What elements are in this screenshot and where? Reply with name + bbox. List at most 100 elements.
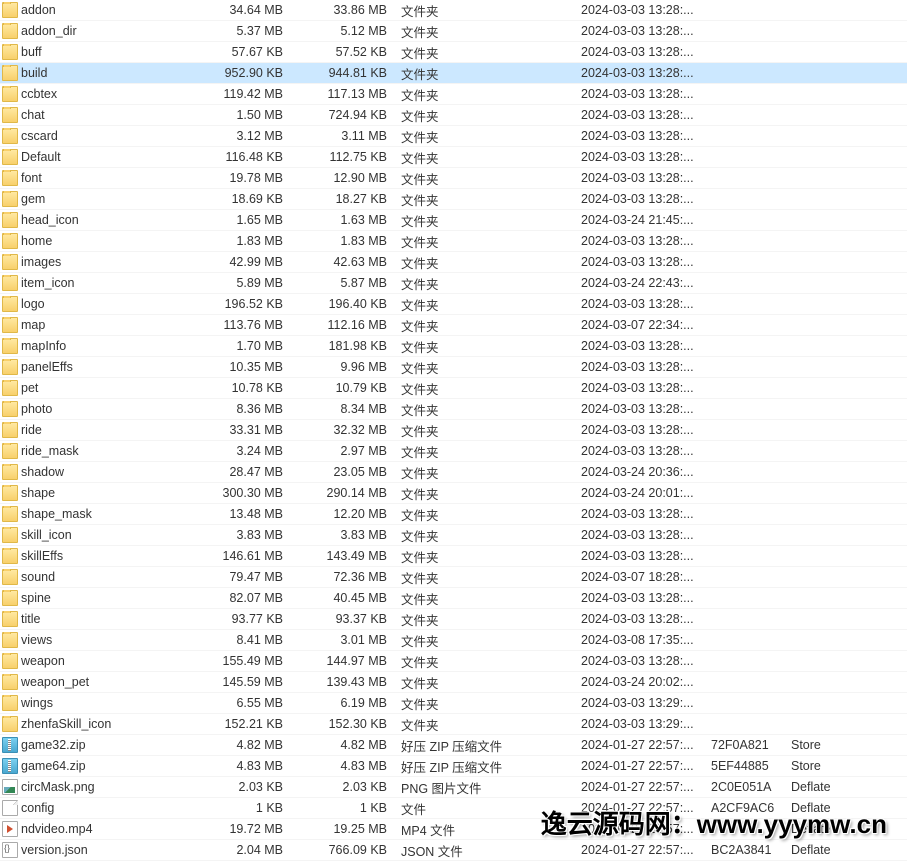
folder-icon <box>2 275 18 291</box>
size-packed-cell: 72.36 MB <box>287 570 397 584</box>
size-packed-cell: 5.12 MB <box>287 24 397 38</box>
size-cell: 1.50 MB <box>175 108 287 122</box>
size-cell: 13.48 MB <box>175 507 287 521</box>
table-row[interactable]: game64.zip4.83 MB4.83 MB好压 ZIP 压缩文件2024-… <box>0 756 907 777</box>
table-row[interactable]: weapon155.49 MB144.97 MB文件夹2024-03-03 13… <box>0 651 907 672</box>
date-cell: 2024-03-03 13:28:... <box>577 507 707 521</box>
file-name: logo <box>21 297 45 311</box>
size-cell: 18.69 KB <box>175 192 287 206</box>
size-cell: 300.30 MB <box>175 486 287 500</box>
table-row[interactable]: chat1.50 MB724.94 KB文件夹2024-03-03 13:28:… <box>0 105 907 126</box>
method-cell: Store <box>787 759 867 773</box>
table-row[interactable]: weapon_pet145.59 MB139.43 MB文件夹2024-03-2… <box>0 672 907 693</box>
table-row[interactable]: ndvideo.mp419.72 MB19.25 MBMP4 文件2024-01… <box>0 819 907 840</box>
date-cell: 2024-03-03 13:28:... <box>577 150 707 164</box>
table-row[interactable]: pet10.78 KB10.79 KB文件夹2024-03-03 13:28:.… <box>0 378 907 399</box>
date-cell: 2024-03-03 13:28:... <box>577 612 707 626</box>
table-row[interactable]: circMask.png2.03 KB2.03 KBPNG 图片文件2024-0… <box>0 777 907 798</box>
type-cell: 文件夹 <box>397 1 577 20</box>
type-cell: 文件夹 <box>397 316 577 335</box>
name-cell: photo <box>0 401 175 417</box>
size-packed-cell: 1 KB <box>287 801 397 815</box>
type-cell: 文件夹 <box>397 442 577 461</box>
table-row[interactable]: photo8.36 MB8.34 MB文件夹2024-03-03 13:28:.… <box>0 399 907 420</box>
size-packed-cell: 12.90 MB <box>287 171 397 185</box>
table-row[interactable]: logo196.52 KB196.40 KB文件夹2024-03-03 13:2… <box>0 294 907 315</box>
date-cell: 2024-03-07 22:34:... <box>577 318 707 332</box>
size-cell: 116.48 KB <box>175 150 287 164</box>
name-cell: logo <box>0 296 175 312</box>
name-cell: version.json <box>0 842 175 858</box>
name-cell: panelEffs <box>0 359 175 375</box>
size-cell: 2.04 MB <box>175 843 287 857</box>
table-row[interactable]: version.json2.04 MB766.09 KBJSON 文件2024-… <box>0 840 907 861</box>
table-row[interactable]: buff57.67 KB57.52 KB文件夹2024-03-03 13:28:… <box>0 42 907 63</box>
table-row[interactable]: build952.90 KB944.81 KB文件夹2024-03-03 13:… <box>0 63 907 84</box>
table-row[interactable]: ccbtex119.42 MB117.13 MB文件夹2024-03-03 13… <box>0 84 907 105</box>
table-row[interactable]: home1.83 MB1.83 MB文件夹2024-03-03 13:28:..… <box>0 231 907 252</box>
table-row[interactable]: wings6.55 MB6.19 MB文件夹2024-03-03 13:29:.… <box>0 693 907 714</box>
date-cell: 2024-03-03 13:28:... <box>577 87 707 101</box>
date-cell: 2024-03-03 13:28:... <box>577 234 707 248</box>
size-packed-cell: 57.52 KB <box>287 45 397 59</box>
table-row[interactable]: spine82.07 MB40.45 MB文件夹2024-03-03 13:28… <box>0 588 907 609</box>
table-row[interactable]: Default116.48 KB112.75 KB文件夹2024-03-03 1… <box>0 147 907 168</box>
name-cell: weapon <box>0 653 175 669</box>
size-packed-cell: 1.83 MB <box>287 234 397 248</box>
table-row[interactable]: addon_dir5.37 MB5.12 MB文件夹2024-03-03 13:… <box>0 21 907 42</box>
name-cell: item_icon <box>0 275 175 291</box>
table-row[interactable]: ride33.31 MB32.32 MB文件夹2024-03-03 13:28:… <box>0 420 907 441</box>
size-packed-cell: 18.27 KB <box>287 192 397 206</box>
file-name: title <box>21 612 40 626</box>
table-row[interactable]: config1 KB1 KB文件2024-01-27 22:57:...A2CF… <box>0 798 907 819</box>
size-cell: 10.35 MB <box>175 360 287 374</box>
table-row[interactable]: shape_mask13.48 MB12.20 MB文件夹2024-03-03 … <box>0 504 907 525</box>
png-icon <box>2 779 18 795</box>
type-cell: 文件夹 <box>397 379 577 398</box>
table-row[interactable]: views8.41 MB3.01 MB文件夹2024-03-08 17:35:.… <box>0 630 907 651</box>
name-cell: skill_icon <box>0 527 175 543</box>
table-row[interactable]: map113.76 MB112.16 MB文件夹2024-03-07 22:34… <box>0 315 907 336</box>
name-cell: wings <box>0 695 175 711</box>
folder-icon <box>2 170 18 186</box>
table-row[interactable]: panelEffs10.35 MB9.96 MB文件夹2024-03-03 13… <box>0 357 907 378</box>
date-cell: 2024-03-03 13:28:... <box>577 3 707 17</box>
table-row[interactable]: head_icon1.65 MB1.63 MB文件夹2024-03-24 21:… <box>0 210 907 231</box>
type-cell: JSON 文件 <box>397 841 577 860</box>
table-row[interactable]: zhenfaSkill_icon152.21 KB152.30 KB文件夹202… <box>0 714 907 735</box>
table-row[interactable]: item_icon5.89 MB5.87 MB文件夹2024-03-24 22:… <box>0 273 907 294</box>
table-row[interactable]: shadow28.47 MB23.05 MB文件夹2024-03-24 20:3… <box>0 462 907 483</box>
date-cell: 2024-03-03 13:28:... <box>577 528 707 542</box>
table-row[interactable]: font19.78 MB12.90 MB文件夹2024-03-03 13:28:… <box>0 168 907 189</box>
table-row[interactable]: shape300.30 MB290.14 MB文件夹2024-03-24 20:… <box>0 483 907 504</box>
size-packed-cell: 42.63 MB <box>287 255 397 269</box>
date-cell: 2024-03-03 13:28:... <box>577 171 707 185</box>
zip-icon <box>2 758 18 774</box>
table-row[interactable]: images42.99 MB42.63 MB文件夹2024-03-03 13:2… <box>0 252 907 273</box>
date-cell: 2024-01-27 22:57:... <box>577 843 707 857</box>
name-cell: chat <box>0 107 175 123</box>
type-cell: 文件夹 <box>397 547 577 566</box>
table-row[interactable]: mapInfo1.70 MB181.98 KB文件夹2024-03-03 13:… <box>0 336 907 357</box>
table-row[interactable]: gem18.69 KB18.27 KB文件夹2024-03-03 13:28:.… <box>0 189 907 210</box>
table-row[interactable]: skill_icon3.83 MB3.83 MB文件夹2024-03-03 13… <box>0 525 907 546</box>
folder-icon <box>2 422 18 438</box>
type-cell: 文件夹 <box>397 673 577 692</box>
table-row[interactable]: ride_mask3.24 MB2.97 MB文件夹2024-03-03 13:… <box>0 441 907 462</box>
table-row[interactable]: addon34.64 MB33.86 MB文件夹2024-03-03 13:28… <box>0 0 907 21</box>
table-row[interactable]: game32.zip4.82 MB4.82 MB好压 ZIP 压缩文件2024-… <box>0 735 907 756</box>
size-cell: 82.07 MB <box>175 591 287 605</box>
table-row[interactable]: skillEffs146.61 MB143.49 MB文件夹2024-03-03… <box>0 546 907 567</box>
size-packed-cell: 944.81 KB <box>287 66 397 80</box>
date-cell: 2024-03-03 13:28:... <box>577 591 707 605</box>
date-cell: 2024-03-07 18:28:... <box>577 570 707 584</box>
size-packed-cell: 2.03 KB <box>287 780 397 794</box>
table-row[interactable]: cscard3.12 MB3.11 MB文件夹2024-03-03 13:28:… <box>0 126 907 147</box>
type-cell: 好压 ZIP 压缩文件 <box>397 736 577 755</box>
file-name: buff <box>21 45 42 59</box>
table-row[interactable]: title93.77 KB93.37 KB文件夹2024-03-03 13:28… <box>0 609 907 630</box>
date-cell: 2024-01-27 22:57:... <box>577 801 707 815</box>
table-row[interactable]: sound79.47 MB72.36 MB文件夹2024-03-07 18:28… <box>0 567 907 588</box>
size-packed-cell: 33.86 MB <box>287 3 397 17</box>
name-cell: skillEffs <box>0 548 175 564</box>
